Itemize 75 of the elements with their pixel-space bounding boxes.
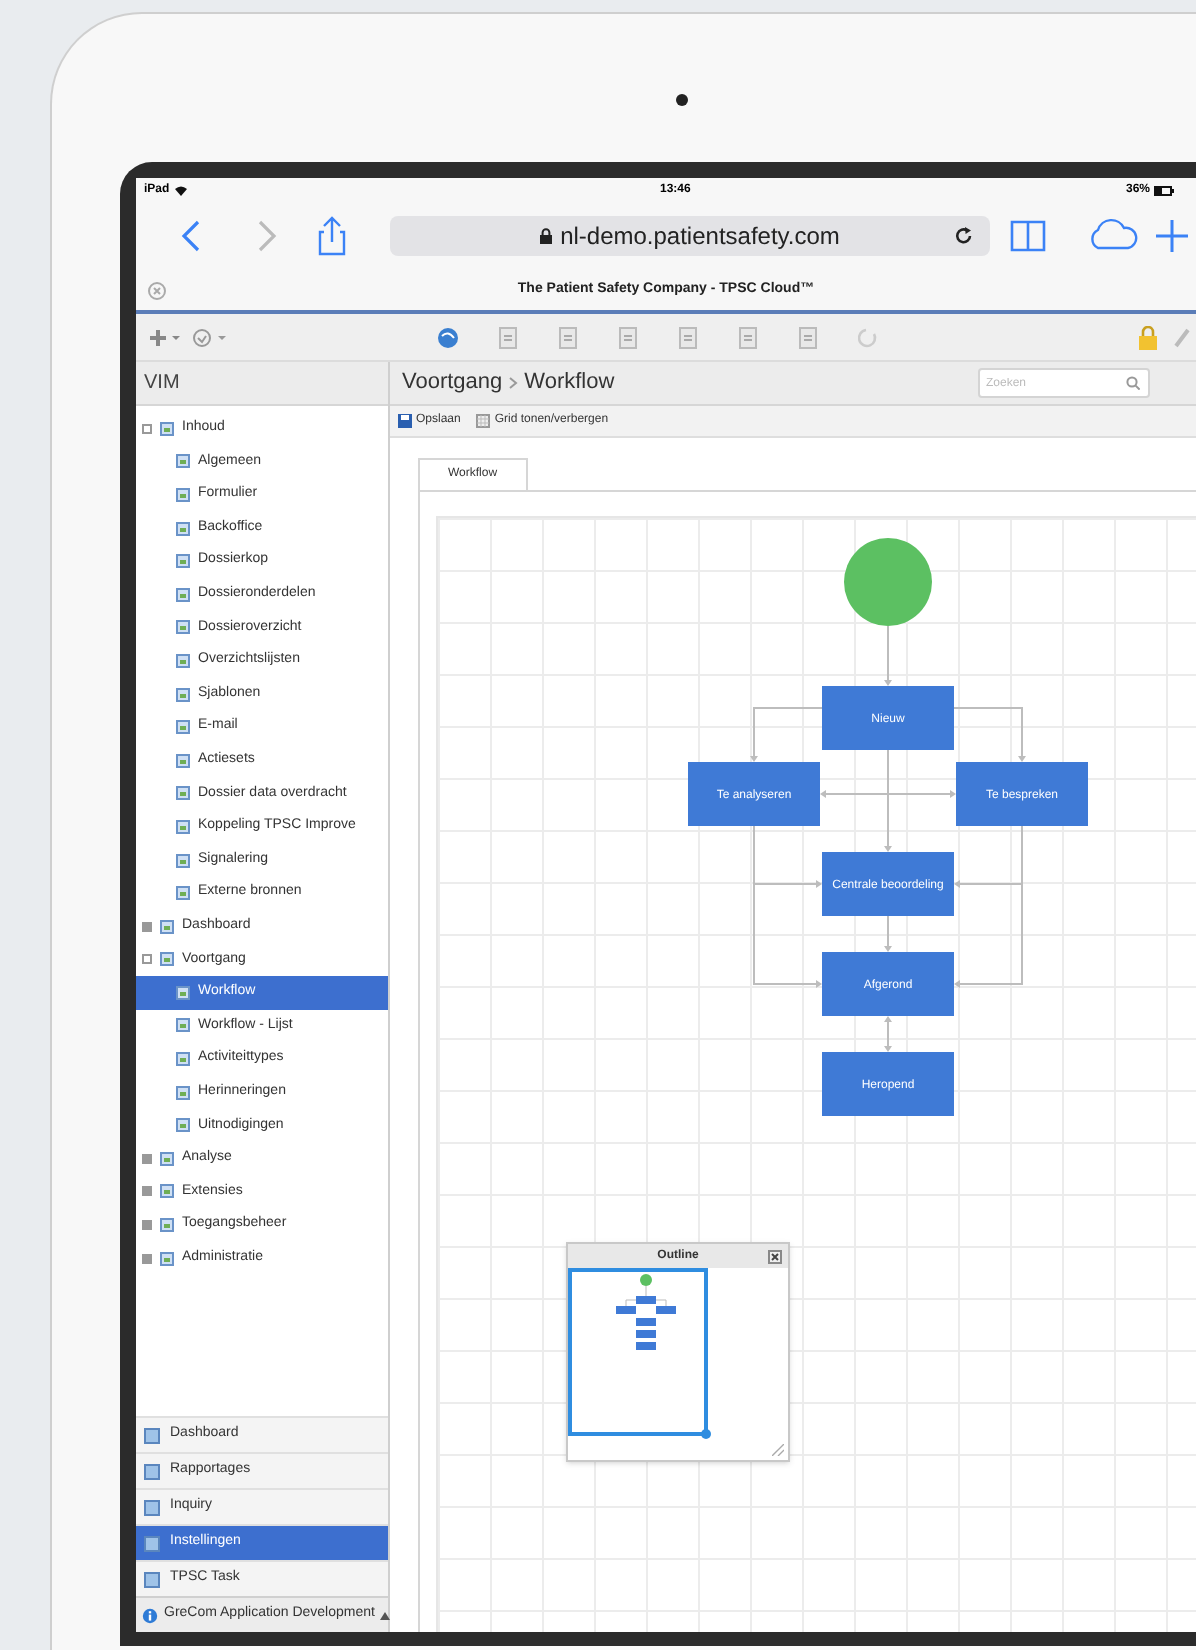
- status-menu-icon[interactable]: [192, 327, 228, 347]
- start-node[interactable]: [844, 538, 932, 626]
- nav-icon: [144, 1427, 160, 1443]
- grid-icon: [476, 414, 491, 428]
- nav-icon: [144, 1499, 160, 1515]
- document-icon[interactable]: [616, 326, 640, 350]
- document-icon[interactable]: [736, 326, 760, 350]
- item-icon: [176, 687, 190, 702]
- item-icon: [160, 421, 174, 436]
- item-icon: [176, 819, 190, 834]
- viewport-frame[interactable]: [568, 1268, 712, 1440]
- search-icon: [1126, 376, 1140, 390]
- item-icon: [176, 720, 190, 735]
- connector-arrow: [750, 707, 823, 762]
- collapse-icon[interactable]: [142, 954, 152, 965]
- nav-icon: [144, 1535, 160, 1551]
- item-icon: [176, 1118, 190, 1133]
- item-icon: [176, 1052, 190, 1067]
- item-icon: [176, 653, 190, 668]
- item-icon: [160, 1184, 174, 1199]
- item-icon: [160, 1218, 174, 1233]
- connector-arrow: [953, 707, 1026, 762]
- chevron-icon: [508, 376, 519, 390]
- document-icon[interactable]: [556, 326, 580, 350]
- connector-arrow: [884, 1016, 892, 1052]
- expand-icon[interactable]: [142, 921, 152, 932]
- book-icon[interactable]: [1008, 216, 1048, 256]
- expand-icon[interactable]: [142, 1220, 152, 1231]
- breadcrumb-item[interactable]: Voortgang: [402, 366, 503, 400]
- breadcrumb-item[interactable]: Workflow: [524, 366, 615, 400]
- share-icon[interactable]: [316, 216, 348, 256]
- close-icon[interactable]: [768, 1249, 782, 1263]
- document-icon[interactable]: [796, 326, 820, 350]
- padlock-icon[interactable]: [1136, 326, 1160, 350]
- lock-icon: [540, 228, 553, 244]
- connector-arrow: [884, 915, 892, 952]
- item-icon: [176, 786, 190, 801]
- item-icon: [176, 521, 190, 536]
- document-icon[interactable]: [496, 326, 520, 350]
- item-icon: [176, 985, 190, 1000]
- item-icon: [160, 952, 174, 967]
- caret-up-icon[interactable]: [380, 1611, 391, 1619]
- info-icon: [142, 1607, 158, 1623]
- item-icon: [176, 853, 190, 868]
- collapse-icon[interactable]: [142, 423, 152, 434]
- item-icon: [176, 620, 190, 635]
- item-icon: [176, 753, 190, 768]
- add-tab-icon[interactable]: [1152, 216, 1192, 256]
- add-menu-icon[interactable]: [148, 327, 180, 347]
- battery-icon: [1154, 185, 1175, 195]
- item-icon: [160, 1151, 174, 1166]
- document-icon[interactable]: [676, 326, 700, 350]
- connector-arrow: [884, 625, 892, 686]
- wifi-icon: [173, 185, 188, 195]
- expand-icon[interactable]: [142, 1253, 152, 1264]
- item-icon: [176, 587, 190, 602]
- sidebar-title: VIM: [144, 370, 180, 398]
- item-icon: [160, 1251, 174, 1266]
- item-icon: [176, 554, 190, 569]
- expand-icon[interactable]: [142, 1186, 152, 1197]
- item-icon: [176, 487, 190, 502]
- expand-icon[interactable]: [142, 1153, 152, 1164]
- url-text: nl-demo.patientsafety.com: [560, 220, 840, 254]
- globe-icon[interactable]: [436, 326, 460, 350]
- address-bar[interactable]: nl-demo.patientsafety.com: [390, 216, 990, 256]
- nav-icon: [144, 1463, 160, 1479]
- item-icon: [160, 919, 174, 934]
- resize-grip-icon[interactable]: [772, 1444, 784, 1456]
- item-icon: [176, 1018, 190, 1033]
- item-icon: [176, 886, 190, 901]
- reload-icon[interactable]: [954, 226, 974, 246]
- nav-icon: [144, 1571, 160, 1587]
- item-icon: [176, 1085, 190, 1100]
- close-tab-icon[interactable]: [148, 281, 166, 299]
- item-icon: [176, 454, 190, 469]
